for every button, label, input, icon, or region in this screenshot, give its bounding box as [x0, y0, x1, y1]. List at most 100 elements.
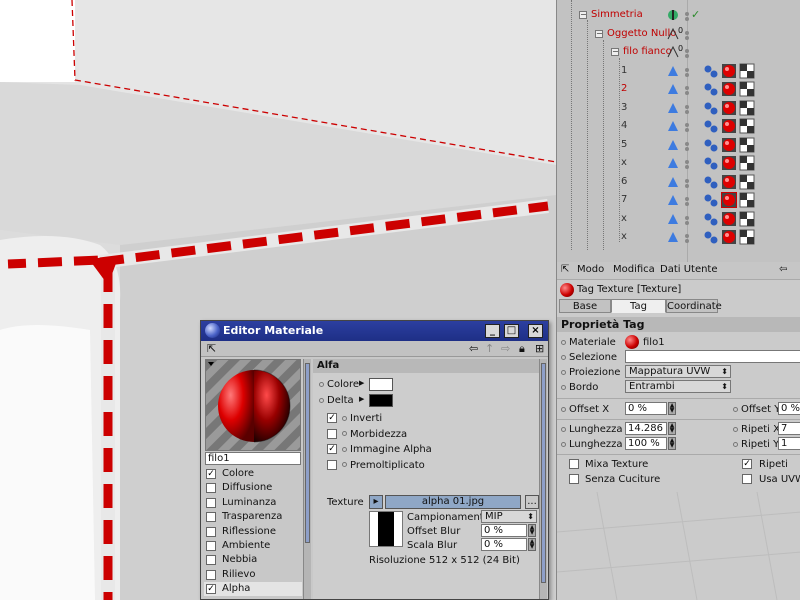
- scala-blur-stepper[interactable]: ▲ ▼: [528, 538, 536, 551]
- lunghezza-y-field[interactable]: 100 %: [625, 437, 667, 450]
- material-tag-icon[interactable]: [721, 174, 737, 190]
- channel-checkbox[interactable]: [206, 569, 216, 580]
- alpha-option-checkbox[interactable]: [327, 428, 337, 439]
- pointer-icon[interactable]: ⇱: [561, 264, 569, 275]
- material-editor-titlebar[interactable]: Editor Materiale _ □ ×: [201, 321, 548, 341]
- alpha-option-checkbox[interactable]: ✓: [327, 444, 337, 454]
- visibility-dot[interactable]: [685, 123, 689, 127]
- channel-item[interactable]: Nebbia: [204, 553, 302, 567]
- channel-item[interactable]: Trasparenza: [204, 510, 302, 524]
- spline-tag-icon[interactable]: [703, 174, 719, 190]
- spline-tag-icon[interactable]: [703, 100, 719, 116]
- channel-item[interactable]: Riflessione: [204, 525, 302, 539]
- delta-swatch[interactable]: [369, 394, 393, 407]
- tab-tag[interactable]: Tag: [611, 299, 666, 313]
- bordo-dropdown[interactable]: Entrambi ⬍: [625, 380, 731, 393]
- child-object-row[interactable]: 7: [557, 191, 800, 209]
- texture-menu-button[interactable]: ▸: [369, 495, 383, 509]
- channel-checkbox[interactable]: [206, 512, 216, 523]
- object-name[interactable]: 4: [621, 117, 627, 135]
- scrollbar-thumb[interactable]: [541, 363, 546, 583]
- scala-blur-field[interactable]: 0 %: [481, 538, 527, 551]
- close-button[interactable]: ×: [528, 324, 543, 338]
- child-object-row[interactable]: x: [557, 210, 800, 228]
- spline-tag-icon[interactable]: [703, 63, 719, 79]
- pointer-icon[interactable]: ⇱: [207, 342, 216, 355]
- texture-browse-button[interactable]: ...: [525, 495, 539, 509]
- material-name-field[interactable]: filo1: [205, 452, 301, 465]
- child-object-row[interactable]: 1: [557, 62, 800, 80]
- lunghezza-y-stepper[interactable]: ▲ ▼: [668, 437, 676, 450]
- proiezione-dropdown[interactable]: Mappatura UVW ⬍: [625, 365, 731, 378]
- alpha-option-checkbox[interactable]: ✓: [327, 413, 337, 423]
- offset-blur-field[interactable]: 0 %: [481, 524, 527, 537]
- material-tag-icon[interactable]: [721, 100, 737, 116]
- menu-modifica[interactable]: Modifica: [613, 264, 655, 275]
- channel-scrollbar[interactable]: [303, 359, 311, 599]
- child-object-row[interactable]: x: [557, 228, 800, 246]
- channel-item[interactable]: ✓ Colore: [204, 467, 302, 481]
- texture-tag-checker-icon[interactable]: [739, 100, 755, 116]
- texture-tag-checker-icon[interactable]: [739, 81, 755, 97]
- visibility-dot[interactable]: [685, 141, 689, 146]
- channel-checkbox[interactable]: [206, 555, 216, 566]
- child-object-row[interactable]: 2: [557, 80, 800, 98]
- lunghezza-x-stepper[interactable]: ▲ ▼: [668, 422, 676, 435]
- spline-tag-icon[interactable]: [703, 155, 719, 171]
- channel-checkbox[interactable]: [206, 497, 216, 508]
- spline-tag-icon[interactable]: [703, 192, 719, 208]
- object-name[interactable]: 3: [621, 99, 627, 117]
- settings-scrollbar[interactable]: [539, 359, 547, 599]
- visibility-dot[interactable]: [685, 183, 689, 188]
- forward-arrow-icon[interactable]: ⇨: [501, 342, 510, 355]
- visibility-dot[interactable]: [685, 30, 689, 35]
- colore-swatch[interactable]: [369, 378, 393, 391]
- visibility-dot[interactable]: [685, 67, 689, 72]
- texture-tag-checker-icon[interactable]: [739, 229, 755, 245]
- texture-tag-checker-icon[interactable]: [739, 155, 755, 171]
- channel-checkbox[interactable]: [206, 541, 216, 551]
- offset-blur-stepper[interactable]: ▲ ▼: [528, 524, 536, 537]
- selezione-field[interactable]: [625, 350, 800, 363]
- offset-x-field[interactable]: 0 %: [625, 402, 667, 415]
- child-object-row[interactable]: x: [557, 154, 800, 172]
- visibility-dot[interactable]: [685, 202, 689, 206]
- object-name[interactable]: 2: [621, 80, 627, 98]
- visibility-dot[interactable]: [685, 220, 689, 225]
- object-name[interactable]: x: [621, 210, 627, 228]
- object-name[interactable]: filo fianco: [623, 43, 672, 61]
- texture-tag-checker-icon[interactable]: [739, 174, 755, 190]
- material-tag-icon[interactable]: [721, 81, 737, 97]
- new-window-icon[interactable]: ⊞: [535, 342, 544, 355]
- tab-coordinate[interactable]: Coordinate: [666, 299, 722, 313]
- visibility-dot[interactable]: [685, 49, 689, 53]
- spline-tag-icon[interactable]: [703, 118, 719, 134]
- texture-tag-checker-icon[interactable]: [739, 211, 755, 227]
- expand-triangle-icon[interactable]: ▶: [359, 395, 364, 403]
- texture-tag-checker-icon[interactable]: [739, 63, 755, 79]
- ripeti-x-field[interactable]: 7: [778, 422, 800, 435]
- channel-item[interactable]: Rilievo: [204, 568, 302, 582]
- object-row[interactable]: − filo fianco 0: [557, 43, 800, 61]
- material-editor-window[interactable]: Editor Materiale _ □ × ⇱ ⇦ ↑ ⇨ 🔒︎ ⊞ filo…: [200, 320, 549, 600]
- object-name[interactable]: 7: [621, 191, 627, 209]
- up-arrow-icon[interactable]: ↑: [485, 342, 494, 355]
- materiale-value[interactable]: filo1: [643, 337, 665, 348]
- maximize-button[interactable]: □: [504, 324, 519, 338]
- object-name[interactable]: 6: [621, 173, 627, 191]
- menu-dati-utente[interactable]: Dati Utente: [660, 264, 718, 275]
- visibility-dot[interactable]: [685, 146, 689, 151]
- channel-item[interactable]: Diffusione: [204, 481, 302, 495]
- alpha-option-checkbox[interactable]: [327, 459, 337, 470]
- mixa-texture-checkbox[interactable]: [569, 459, 579, 469]
- material-tag-icon[interactable]: [721, 137, 737, 153]
- visibility-dot[interactable]: [685, 160, 689, 164]
- channel-checkbox[interactable]: [206, 526, 216, 537]
- spline-tag-icon[interactable]: [703, 211, 719, 227]
- offset-y-field[interactable]: 0 %: [778, 402, 800, 415]
- scrollbar-thumb[interactable]: [305, 363, 310, 543]
- minimize-button[interactable]: _: [485, 324, 500, 338]
- tab-base[interactable]: Base: [559, 299, 611, 313]
- enabled-check-icon[interactable]: ✓: [691, 6, 700, 24]
- visibility-dot[interactable]: [685, 54, 689, 58]
